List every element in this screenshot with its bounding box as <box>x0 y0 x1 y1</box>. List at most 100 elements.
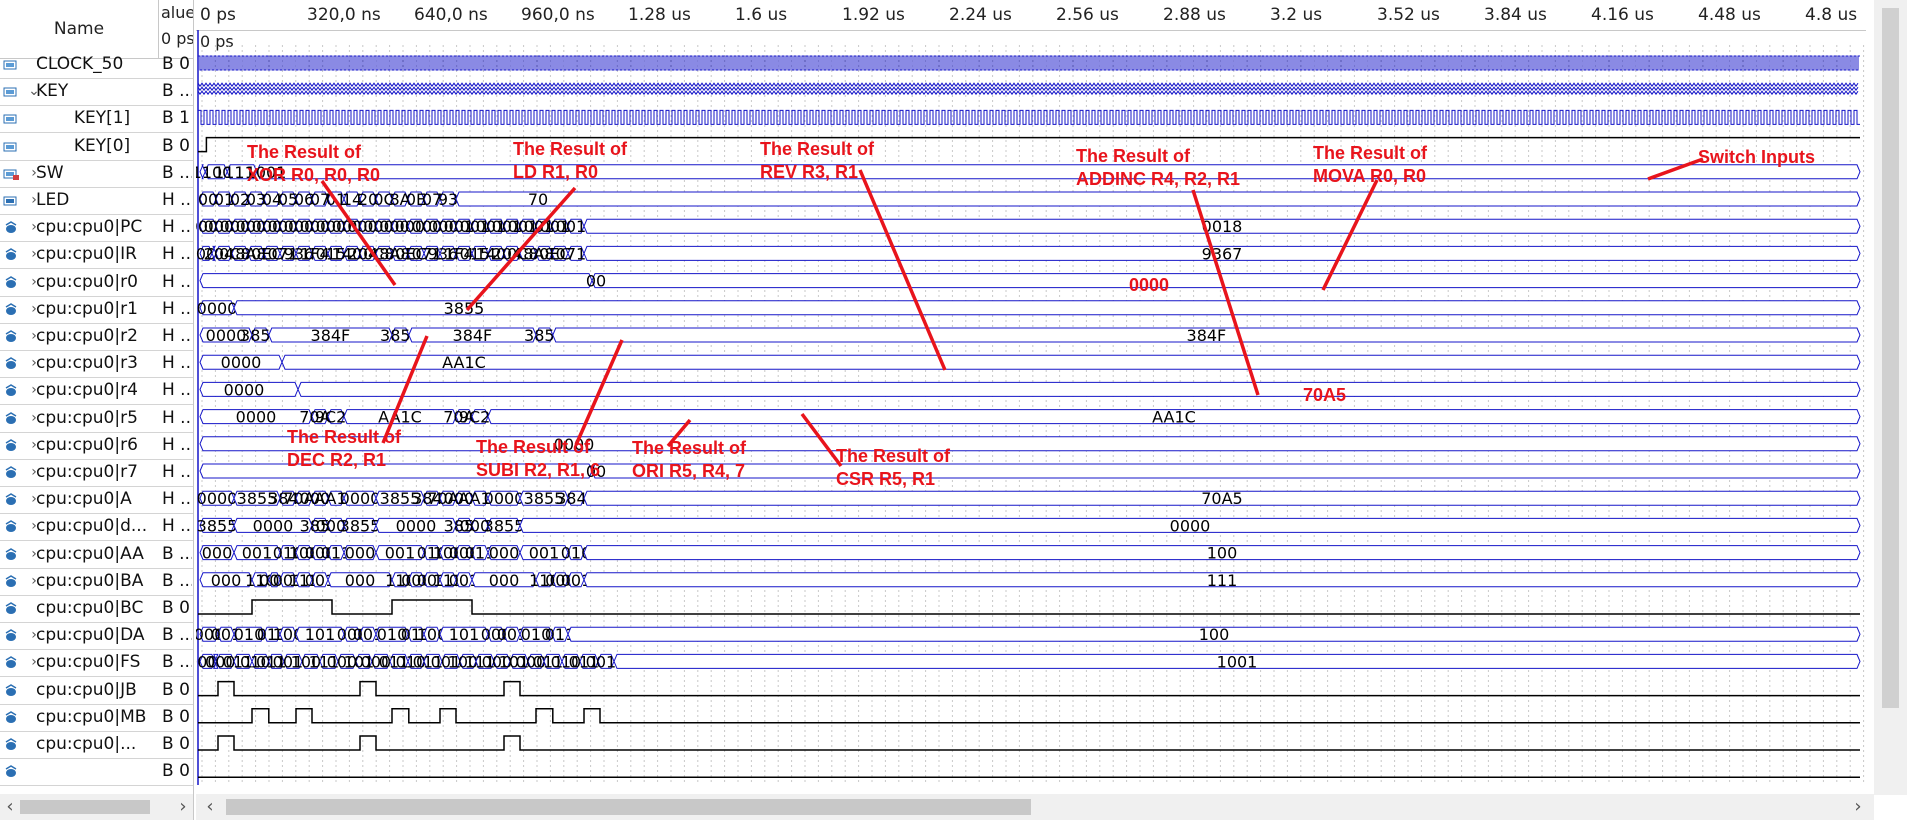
waveform-horizontal-scrollbar[interactable]: ‹ › <box>196 794 1874 820</box>
signal-value: B 0 <box>162 679 190 700</box>
signal-value: B 0 <box>162 54 190 74</box>
bus-value: 0000 <box>1170 516 1211 535</box>
waveform-cpu:cpu0|IR[interactable]: 000020400C888A8E0EC8071193671F4101581400… <box>196 244 1861 263</box>
signal-value: B 1 <box>162 108 190 129</box>
signal-row[interactable]: ›cpu:cpu0|PCH ... <box>0 214 193 243</box>
wave-scroll-left-arrow-icon[interactable]: ‹ <box>200 796 220 817</box>
signal-row[interactable]: cpu:cpu0|BC B 0 <box>0 595 193 623</box>
signal-value: B 0 <box>162 761 190 782</box>
signal-value: B ... <box>162 652 192 673</box>
signal-row[interactable]: › cpu:cpu0|FS B ... <box>0 649 193 678</box>
signal-value: H ... <box>162 217 192 238</box>
signal-row[interactable]: ›cpu:cpu0|r7H ... <box>0 459 193 487</box>
signal-row[interactable]: ›LEDH ... <box>0 187 193 215</box>
waveform-KEY[1][interactable] <box>197 109 1860 125</box>
signal-name: cpu:cpu0|BA <box>36 570 144 591</box>
waveform-cpu:cpu0|FS[interactable]: 0000000001100101011100111001111100001010… <box>196 652 1861 671</box>
bus-value: 101 <box>305 625 336 644</box>
signal-value: B ... <box>162 543 192 564</box>
bus-value: 000 <box>345 544 376 563</box>
scroll-right-arrow-icon[interactable]: › <box>173 796 193 817</box>
signal-row[interactable]: cpu:cpu0|JB B 0 <box>0 677 193 705</box>
waveform-cpu:cpu0|A[interactable]: 0000 3855384F70A50000AA1C0000 3855384F70A5… <box>197 489 1861 508</box>
signal-row[interactable]: ›cpu:cpu0|r5H ... <box>0 405 193 433</box>
scroll-left-arrow-icon[interactable]: ‹ <box>0 796 20 817</box>
node-icon <box>3 764 20 778</box>
signal-row[interactable]: ›cpu:cpu0|r1H ... <box>0 296 193 324</box>
value-header-bottom: 0 ps <box>161 29 193 48</box>
signal-row[interactable]: KEY[1] B 1 <box>0 105 193 134</box>
bus-value: 1001 <box>1217 652 1258 671</box>
node-icon <box>3 465 20 479</box>
bus-value: AA1C <box>1152 408 1196 427</box>
vertical-scrollbar[interactable] <box>1874 0 1907 795</box>
waveform-KEY[interactable] <box>197 82 1859 96</box>
names-horizontal-scrollbar[interactable]: ‹ › <box>0 794 193 820</box>
waveform-KEY[0][interactable] <box>198 136 1860 153</box>
waveform-cpu:cpu0|MB[interactable] <box>198 708 1860 724</box>
vertical-scrollbar-thumb[interactable] <box>1882 8 1899 708</box>
signal-row[interactable]: CLOCK_50 B 0 <box>0 51 193 79</box>
signal-value: B 0 <box>162 598 190 618</box>
signal-row[interactable]: ›cpu:cpu0|r3H ... <box>0 350 193 379</box>
waveform-CLOCK_50[interactable] <box>197 55 1860 71</box>
signal-row[interactable]: › SW B ... <box>0 160 193 188</box>
waveform-scrollbar-thumb[interactable] <box>226 799 1031 815</box>
waveform-SW[interactable]: 110011111001 <box>196 163 1861 182</box>
signal-row[interactable]: cpu:cpu0|... B 0 <box>0 731 193 759</box>
waveform-cpu:cpu0|BA[interactable]: 000 110000001111001 000 110000001111001 000 1… <box>199 571 1861 590</box>
waveform-cpu:cpu0|r6[interactable]: 0000 <box>199 435 1861 454</box>
signal-names-panel: Name alue 0 ps CLOCK_50 B 0 ⌄ KEY B ... KEY[1… <box>0 0 194 820</box>
signal-name: KEY[0] <box>73 135 131 156</box>
bus-value: 0018 <box>1202 217 1243 236</box>
waveform-cpu:cpu0|d...[interactable]: 3855 0000 385500003855 0000 385500003855 0000 <box>197 516 1861 535</box>
signal-row[interactable]: › cpu:cpu0|DA B ... <box>0 622 193 651</box>
signal-row[interactable]: ›cpu:cpu0|r4H ... <box>0 377 193 406</box>
waveform-LED[interactable]: 00010203040506070114200C8A0E0793 70 <box>198 190 1861 209</box>
bus-value: 3855 <box>340 516 381 535</box>
bus-value: 384F <box>1187 326 1227 345</box>
signal-row[interactable]: › cpu:cpu0|BA B ... <box>0 568 193 596</box>
waveform-canvas[interactable]: 110011111001 00010203040506070114200C8A0E… <box>196 0 1866 795</box>
waveform-cpu:cpu0|r5[interactable]: 0000 70A79C2A AA1C 70A79C2A AA1C <box>199 408 1861 427</box>
bus-value: 000 <box>489 544 520 563</box>
signal-name: cpu:cpu0|d... <box>36 516 148 537</box>
signal-row[interactable]: cpu:cpu0|MB B 0 <box>0 704 193 732</box>
signal-row[interactable]: ›cpu:cpu0|r6H ... <box>0 432 193 460</box>
waveform-cpu:cpu0|r2[interactable]: 00003854 384F 3854 384F 3854 384F <box>199 326 1861 345</box>
signal-row[interactable]: ›cpu:cpu0|r2H ... <box>0 323 193 351</box>
waveform-cpu:cpu0|JB[interactable] <box>198 680 1860 697</box>
signal-value: B 0 <box>162 706 190 727</box>
signal-value: H ... <box>162 244 192 265</box>
signal-value: B 0 <box>162 734 190 754</box>
signal-row[interactable]: › cpu:cpu0|AA B ... <box>0 541 193 569</box>
bus-value: 111 <box>1207 571 1238 590</box>
waveform-cpu:cpu0|PC[interactable]: 0000000100020003000400050006000700080009… <box>196 217 1861 236</box>
waveform-cpu:cpu0|r1[interactable]: 0000 3855 <box>197 299 1861 318</box>
bus-value: 000 <box>202 544 233 563</box>
bus-value: 101 <box>449 625 480 644</box>
bus-value: 00 <box>586 462 606 481</box>
signal-row[interactable]: ›cpu:cpu0|r0H ... <box>0 269 193 297</box>
wave-scroll-right-arrow-icon[interactable]: › <box>1848 796 1868 817</box>
signal-row[interactable]: ⌄ KEY B ... <box>0 78 193 107</box>
waveform-panel[interactable]: 0 ps 320,0 ns 640,0 ns 960,0 ns 1.28 us 1.6 u… <box>196 0 1866 795</box>
signal-row[interactable]: ›cpu:cpu0|AH ... <box>0 486 193 515</box>
waveform-cpu:cpu0|BC[interactable] <box>198 599 1860 615</box>
waveform-cpu:cpu0|DA[interactable]: 000001010011100 101 000001010011100 101 0000… <box>196 625 1861 644</box>
bus-value: 70A5 <box>1201 489 1242 508</box>
waveform-cpu:cpu0|AA[interactable]: 000 001 010100000011000 001 010100000011000 0… <box>199 544 1861 563</box>
node-icon <box>3 220 20 234</box>
signal-row[interactable]: KEY[0] B 0 <box>0 133 193 161</box>
signal-row[interactable]: ›cpu:cpu0|IRH ... <box>0 241 193 270</box>
signal-row[interactable]: ›cpu:cpu0|d...H ... <box>0 513 193 542</box>
bus-value: 384F <box>311 326 351 345</box>
waveform-cpu:cpu0|r7[interactable]: 00 <box>199 462 1861 481</box>
waveform-cpu:cpu0|...[interactable] <box>198 735 1860 751</box>
node-icon <box>3 547 20 561</box>
signal-row[interactable]: B 0 <box>0 758 193 787</box>
names-scrollbar-thumb[interactable] <box>20 800 150 814</box>
waveform-cpu:cpu0|r4[interactable]: 0000 <box>199 380 1861 399</box>
waveform-cpu:cpu0|r0[interactable]: 00 <box>199 272 1861 291</box>
waveform-cpu:cpu0|r3[interactable]: 0000 AA1C <box>199 353 1861 372</box>
